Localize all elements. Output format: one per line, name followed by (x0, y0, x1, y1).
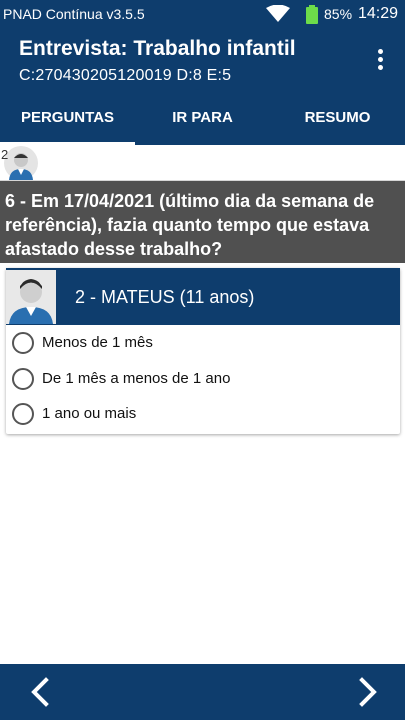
app-bar: Entrevista: Trabalho infantil C:27043020… (0, 29, 405, 93)
option-1-ano-ou-mais[interactable]: 1 ano ou mais (6, 397, 400, 433)
person-avatar-icon (6, 270, 56, 324)
bottom-navigation (0, 664, 405, 720)
person-name: 2 - MATEUS (11 anos) (75, 287, 255, 307)
question-text: 6 - Em 17/04/2021 (último dia da semana … (0, 181, 405, 263)
overflow-menu-icon[interactable] (370, 49, 390, 73)
option-label: Menos de 1 mês (42, 334, 153, 351)
status-bar: PNAD Contínua v3.5.5 85% 14:29 (0, 0, 405, 29)
person-number: 2 (1, 147, 9, 162)
page-title: Entrevista: Trabalho infantil (19, 37, 296, 60)
answer-card: 2 - MATEUS (11 anos) Menos de 1 mês De 1… (6, 268, 400, 434)
radio-button[interactable] (12, 368, 34, 390)
option-menos-de-1-mes[interactable]: Menos de 1 mês (6, 326, 400, 362)
option-label: 1 ano ou mais (42, 405, 137, 422)
clock: 14:29 (358, 5, 399, 22)
interview-code: C:270430205120019 D:8 E:5 (19, 67, 232, 84)
radio-button[interactable] (12, 403, 34, 425)
battery-icon (306, 5, 318, 24)
radio-button[interactable] (12, 332, 34, 354)
person-strip: 2 (0, 145, 405, 181)
person-avatar-icon[interactable] (4, 146, 38, 180)
tab-resumo[interactable]: RESUMO (270, 93, 405, 145)
tab-perguntas[interactable]: PERGUNTAS (0, 93, 135, 145)
tab-ir-para[interactable]: IR PARA (135, 93, 270, 145)
app-version-text: PNAD Contínua v3.5.5 (3, 6, 145, 22)
card-header: 2 - MATEUS (11 anos) (6, 268, 400, 325)
option-label: De 1 mês a menos de 1 ano (42, 370, 231, 387)
tab-bar: PERGUNTAS IR PARA RESUMO (0, 93, 405, 145)
chevron-right-icon[interactable] (348, 674, 384, 710)
option-1-mes-a-1-ano[interactable]: De 1 mês a menos de 1 ano (6, 362, 400, 398)
battery-percent: 85% (324, 6, 353, 22)
wifi-icon (266, 5, 290, 22)
chevron-left-icon[interactable] (24, 674, 60, 710)
